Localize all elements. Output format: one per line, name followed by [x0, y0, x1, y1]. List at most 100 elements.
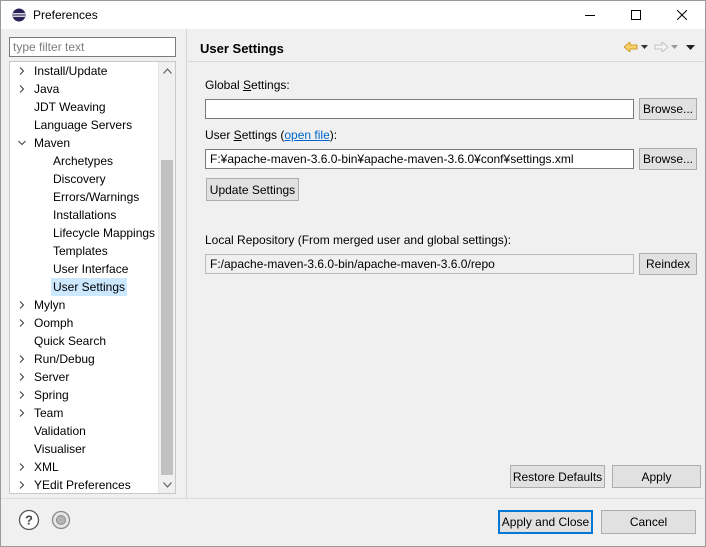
tree-item[interactable]: Oomph: [10, 314, 160, 332]
tree-item-label: Mylyn: [34, 298, 66, 312]
tree-item[interactable]: Visualiser: [10, 440, 160, 458]
chevron-right-icon[interactable]: [16, 476, 28, 493]
tree-item-label: Install/Update: [34, 64, 108, 78]
tree-scrollbar[interactable]: [158, 62, 175, 493]
user-settings-label: User Settings (open file):: [205, 128, 338, 142]
tree-item[interactable]: Quick Search: [10, 332, 160, 350]
help-icon[interactable]: ?: [18, 509, 40, 531]
tree-item[interactable]: Run/Debug: [10, 350, 160, 368]
back-button[interactable]: [623, 40, 639, 54]
chevron-right-icon[interactable]: [16, 80, 28, 98]
tree-item[interactable]: Language Servers: [10, 116, 160, 134]
chevron-right-icon[interactable]: [16, 62, 28, 80]
close-icon: [677, 10, 687, 20]
apply-button[interactable]: Apply: [612, 465, 701, 488]
minimize-button[interactable]: [567, 1, 613, 29]
tree-item[interactable]: Discovery: [10, 170, 160, 188]
tree-item-label: Lifecycle Mappings: [53, 226, 156, 240]
tree-item-label: XML: [34, 460, 59, 474]
window-title: Preferences: [33, 8, 98, 22]
tree-item[interactable]: JDT Weaving: [10, 98, 160, 116]
forward-arrow-icon: [654, 42, 668, 52]
user-settings-field[interactable]: [205, 149, 634, 169]
chevron-right-icon[interactable]: [16, 368, 28, 386]
tree-item[interactable]: Errors/Warnings: [10, 188, 160, 206]
tree-item-label: Java: [34, 82, 60, 96]
reindex-button[interactable]: Reindex: [639, 253, 697, 275]
tree-item-label: Maven: [34, 136, 71, 150]
chevron-right-icon[interactable]: [16, 350, 28, 368]
svg-text:?: ?: [25, 513, 33, 528]
scroll-up-button[interactable]: [159, 62, 175, 79]
tree-item[interactable]: Templates: [10, 242, 160, 260]
tree-item[interactable]: Installations: [10, 206, 160, 224]
tree-item-label: Oomph: [34, 316, 74, 330]
tree-item-label: User Settings: [51, 278, 128, 296]
back-history-dropdown[interactable]: [639, 40, 649, 54]
tree-item-label: JDT Weaving: [34, 100, 106, 114]
tree-item[interactable]: Lifecycle Mappings: [10, 224, 160, 242]
tree-item[interactable]: Maven: [10, 134, 160, 152]
chevron-right-icon[interactable]: [16, 404, 28, 422]
tree-item-label: Errors/Warnings: [53, 190, 140, 204]
tree-item[interactable]: Mylyn: [10, 296, 160, 314]
tree-item-label: Language Servers: [34, 118, 133, 132]
chevron-down-icon: [162, 481, 172, 488]
menu-dropdown-icon: [685, 44, 695, 50]
tree-item-label: Archetypes: [53, 154, 114, 168]
global-browse-button[interactable]: Browse...: [639, 98, 697, 120]
chevron-up-icon: [162, 67, 172, 74]
restore-defaults-button[interactable]: Restore Defaults: [510, 465, 605, 488]
view-menu-button[interactable]: [685, 40, 695, 54]
chevron-right-icon[interactable]: [16, 296, 28, 314]
forward-history-dropdown[interactable]: [669, 40, 679, 54]
tree-item[interactable]: Server: [10, 368, 160, 386]
tree-item-label: Server: [34, 370, 70, 384]
dropdown-arrow-icon: [670, 45, 678, 49]
tree-item-label: Run/Debug: [34, 352, 95, 366]
maximize-button[interactable]: [613, 1, 659, 29]
global-settings-field[interactable]: [205, 99, 634, 119]
tree-item[interactable]: YEdit Preferences: [10, 476, 160, 493]
tree-item-label: Spring: [34, 388, 69, 402]
cancel-button[interactable]: Cancel: [601, 510, 696, 534]
maximize-icon: [631, 10, 641, 20]
tree-item[interactable]: Java: [10, 80, 160, 98]
footer-separator: [1, 498, 705, 499]
preference-tree[interactable]: Install/Update Java JDT Weaving Language Se…: [9, 61, 176, 494]
page-navigation: [623, 40, 695, 54]
chevron-right-icon[interactable]: [16, 314, 28, 332]
title-bar[interactable]: Preferences: [1, 1, 705, 29]
tree-item-label: Quick Search: [34, 334, 107, 348]
import-export-icon[interactable]: [50, 509, 72, 531]
tree-item[interactable]: Install/Update: [10, 62, 160, 80]
open-file-link[interactable]: open file: [284, 128, 329, 142]
preferences-window: Preferences Install/Update Java JDT Weavin…: [0, 0, 706, 547]
pane-splitter[interactable]: [186, 29, 187, 499]
update-settings-button[interactable]: Update Settings: [206, 178, 299, 201]
scroll-down-button[interactable]: [159, 476, 175, 493]
tree-item-label: YEdit Preferences: [34, 478, 131, 492]
tree-item[interactable]: User Settings: [10, 278, 160, 296]
user-browse-button[interactable]: Browse...: [639, 148, 697, 170]
scroll-thumb[interactable]: [161, 160, 173, 475]
tree-list: Install/Update Java JDT Weaving Language Se…: [10, 62, 160, 493]
page-header: User Settings: [188, 32, 705, 62]
tree-item[interactable]: Spring: [10, 386, 160, 404]
tree-item[interactable]: Validation: [10, 422, 160, 440]
tree-item[interactable]: XML: [10, 458, 160, 476]
chevron-right-icon[interactable]: [16, 386, 28, 404]
chevron-right-icon[interactable]: [16, 458, 28, 476]
apply-and-close-button[interactable]: Apply and Close: [498, 510, 593, 534]
close-button[interactable]: [659, 1, 705, 29]
back-arrow-icon: [624, 42, 638, 52]
tree-item[interactable]: User Interface: [10, 260, 160, 278]
local-repository-label: Local Repository (From merged user and g…: [205, 233, 512, 247]
forward-button[interactable]: [653, 40, 669, 54]
tree-item-label: Templates: [53, 244, 108, 258]
tree-item-label: Team: [34, 406, 64, 420]
chevron-down-icon[interactable]: [16, 134, 28, 152]
tree-item[interactable]: Team: [10, 404, 160, 422]
tree-item[interactable]: Archetypes: [10, 152, 160, 170]
filter-input[interactable]: [9, 37, 176, 57]
